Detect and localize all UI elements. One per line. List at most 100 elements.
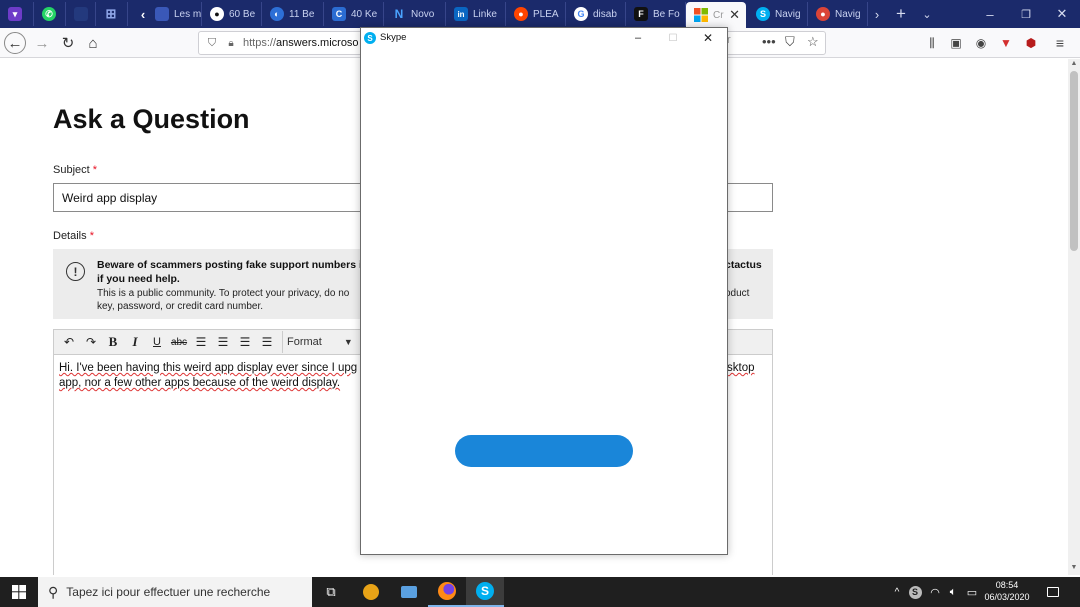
ublock-icon[interactable]: ⬢ bbox=[1021, 33, 1041, 53]
tab-list-chevron-icon[interactable]: ⌄ bbox=[914, 0, 940, 28]
underline-button[interactable]: U bbox=[146, 331, 168, 353]
notifications-icon[interactable] bbox=[1042, 577, 1064, 607]
bold-button[interactable]: B bbox=[102, 331, 124, 353]
format-dropdown[interactable]: Format ▼ bbox=[282, 331, 353, 353]
minimize-window-icon[interactable]: – bbox=[972, 0, 1008, 28]
tab-layout[interactable]: ⊞ bbox=[96, 2, 128, 26]
page-scrollbar[interactable]: ▲ ▼ bbox=[1068, 59, 1080, 575]
align-center-icon[interactable]: ☰ bbox=[212, 331, 234, 353]
skype-window: S Skype – ☐ ✕ bbox=[360, 27, 728, 555]
tab-label: Les m bbox=[174, 8, 202, 20]
tab-blue-app[interactable] bbox=[66, 2, 96, 26]
tab-label: 60 Be bbox=[229, 8, 256, 20]
tab-whatsapp[interactable]: ✆ bbox=[34, 2, 66, 26]
tab-label: Novo bbox=[411, 8, 435, 20]
home-button[interactable]: ⌂ bbox=[82, 32, 104, 54]
tray-chevron-icon[interactable]: ^ bbox=[888, 577, 906, 607]
back-button[interactable]: ← bbox=[4, 32, 26, 54]
skype-maximize-icon[interactable]: ☐ bbox=[661, 30, 685, 46]
align-justify-icon[interactable]: ☰ bbox=[256, 331, 278, 353]
align-right-icon[interactable]: ☰ bbox=[234, 331, 256, 353]
menu-icon[interactable]: ≡ bbox=[1050, 33, 1070, 53]
tab-chrome-navig[interactable]: ● Navig bbox=[808, 2, 868, 26]
volume-icon[interactable]: 🔈︎ bbox=[944, 577, 962, 607]
windows-logo-icon bbox=[12, 585, 26, 599]
battery-icon[interactable]: ▭ bbox=[963, 577, 981, 607]
tab-skype-navig[interactable]: S Navig bbox=[748, 2, 808, 26]
strikethrough-button[interactable]: abc bbox=[168, 331, 190, 353]
browser-tab-strip: ▾ ✆ ⊞ ‹ Les m ● 60 Be ◐ 11 Be C 40 Ke N … bbox=[0, 0, 1080, 28]
skype-taskbar-icon[interactable]: S bbox=[466, 577, 504, 607]
skype-logo-icon: S bbox=[364, 32, 376, 44]
google-icon: G bbox=[574, 7, 588, 21]
format-label: Format bbox=[287, 336, 322, 348]
align-left-icon[interactable]: ☰ bbox=[190, 331, 212, 353]
tab-google[interactable]: G disab bbox=[566, 2, 626, 26]
tab-label: Navig bbox=[775, 8, 801, 20]
tab-be-fo[interactable]: F Be Fo bbox=[626, 2, 686, 26]
forward-button[interactable]: → bbox=[31, 32, 53, 54]
task-view-icon[interactable]: ⧉ bbox=[312, 577, 350, 607]
whatsapp-icon: ✆ bbox=[42, 7, 56, 21]
library-icon[interactable]: ⫼ bbox=[922, 33, 942, 53]
clock-time: 08:54 bbox=[995, 580, 1019, 590]
pocket-icon[interactable]: ⛉ bbox=[785, 34, 795, 50]
tab-les-m[interactable]: ‹ Les m bbox=[128, 2, 202, 26]
c-icon: C bbox=[332, 7, 346, 21]
tab-40-ke[interactable]: C 40 Ke bbox=[324, 2, 384, 26]
tab-novo[interactable]: N Novo bbox=[384, 2, 446, 26]
scroll-down-icon[interactable]: ▼ bbox=[1068, 564, 1080, 574]
taskbar-clock[interactable]: 08:54 06/03/2020 bbox=[984, 579, 1030, 603]
news-icon bbox=[155, 7, 169, 21]
extension-shield-icon[interactable]: ▼ bbox=[996, 33, 1016, 53]
clock-date: 06/03/2020 bbox=[984, 592, 1030, 602]
tab-label: Navig bbox=[835, 8, 861, 20]
taskbar-search-box[interactable]: ⚲ Tapez ici pour effectuer une recherche bbox=[38, 577, 312, 607]
skype-button[interactable] bbox=[455, 435, 633, 467]
italic-button[interactable]: I bbox=[124, 331, 146, 353]
blue-app-icon bbox=[74, 7, 88, 21]
tab-11-be[interactable]: ◐ 11 Be bbox=[262, 2, 324, 26]
github-icon: ● bbox=[210, 7, 224, 21]
chrome-icon: ● bbox=[816, 7, 830, 21]
tab-reddit[interactable]: ● PLEA bbox=[506, 2, 566, 26]
page-actions-icon[interactable]: ••• bbox=[762, 34, 776, 49]
close-tab-icon[interactable]: ✕ bbox=[729, 7, 740, 23]
tracking-shield-icon[interactable]: ⛉ bbox=[205, 37, 219, 50]
tab-label: 40 Ke bbox=[351, 8, 378, 20]
tab-60-be[interactable]: ● 60 Be bbox=[202, 2, 262, 26]
redo-icon[interactable]: ↷ bbox=[80, 331, 102, 353]
tab-label: 11 Be bbox=[289, 8, 315, 20]
close-window-icon[interactable]: ✕ bbox=[1044, 0, 1080, 28]
purple-app-icon: ▾ bbox=[8, 7, 22, 21]
wifi-icon[interactable]: ◠ bbox=[926, 577, 944, 607]
tab-purple-app[interactable]: ▾ bbox=[0, 2, 34, 26]
tray-skype-icon[interactable]: S bbox=[906, 577, 924, 607]
tab-linkedin[interactable]: in Linke bbox=[446, 2, 506, 26]
undo-icon[interactable]: ↶ bbox=[58, 331, 80, 353]
scroll-up-icon[interactable]: ▲ bbox=[1068, 60, 1080, 70]
skype-icon: S bbox=[756, 7, 770, 21]
audio-app-icon[interactable] bbox=[390, 577, 428, 607]
details-label: Details * bbox=[53, 230, 94, 242]
linkedin-icon: in bbox=[454, 7, 468, 21]
skype-title-bar[interactable]: S Skype – ☐ ✕ bbox=[361, 28, 727, 48]
tab-label: Cr bbox=[713, 9, 724, 21]
skype-close-icon[interactable]: ✕ bbox=[696, 30, 720, 46]
windows-taskbar: ⚲ Tapez ici pour effectuer une recherche… bbox=[0, 577, 1080, 607]
fl-studio-icon[interactable] bbox=[352, 577, 390, 607]
start-button[interactable] bbox=[0, 577, 38, 607]
tab-scroll-right-icon[interactable]: › bbox=[866, 0, 888, 28]
tab-label: Be Fo bbox=[653, 8, 680, 20]
firefox-icon[interactable] bbox=[428, 577, 466, 607]
new-tab-icon[interactable]: + bbox=[888, 0, 914, 28]
bookmark-star-icon[interactable]: ☆ bbox=[807, 34, 819, 50]
skype-minimize-icon[interactable]: – bbox=[626, 30, 650, 46]
padlock-icon[interactable]: 🔒︎ bbox=[225, 38, 237, 49]
account-icon[interactable]: ◉ bbox=[971, 33, 991, 53]
scrollbar-thumb[interactable] bbox=[1070, 71, 1078, 251]
tab-microsoft-active[interactable]: Cr ✕ bbox=[686, 2, 746, 28]
reload-button[interactable]: ↻ bbox=[57, 32, 79, 54]
sidebar-icon[interactable]: ▣ bbox=[946, 33, 966, 53]
restore-window-icon[interactable]: ❐ bbox=[1008, 0, 1044, 28]
